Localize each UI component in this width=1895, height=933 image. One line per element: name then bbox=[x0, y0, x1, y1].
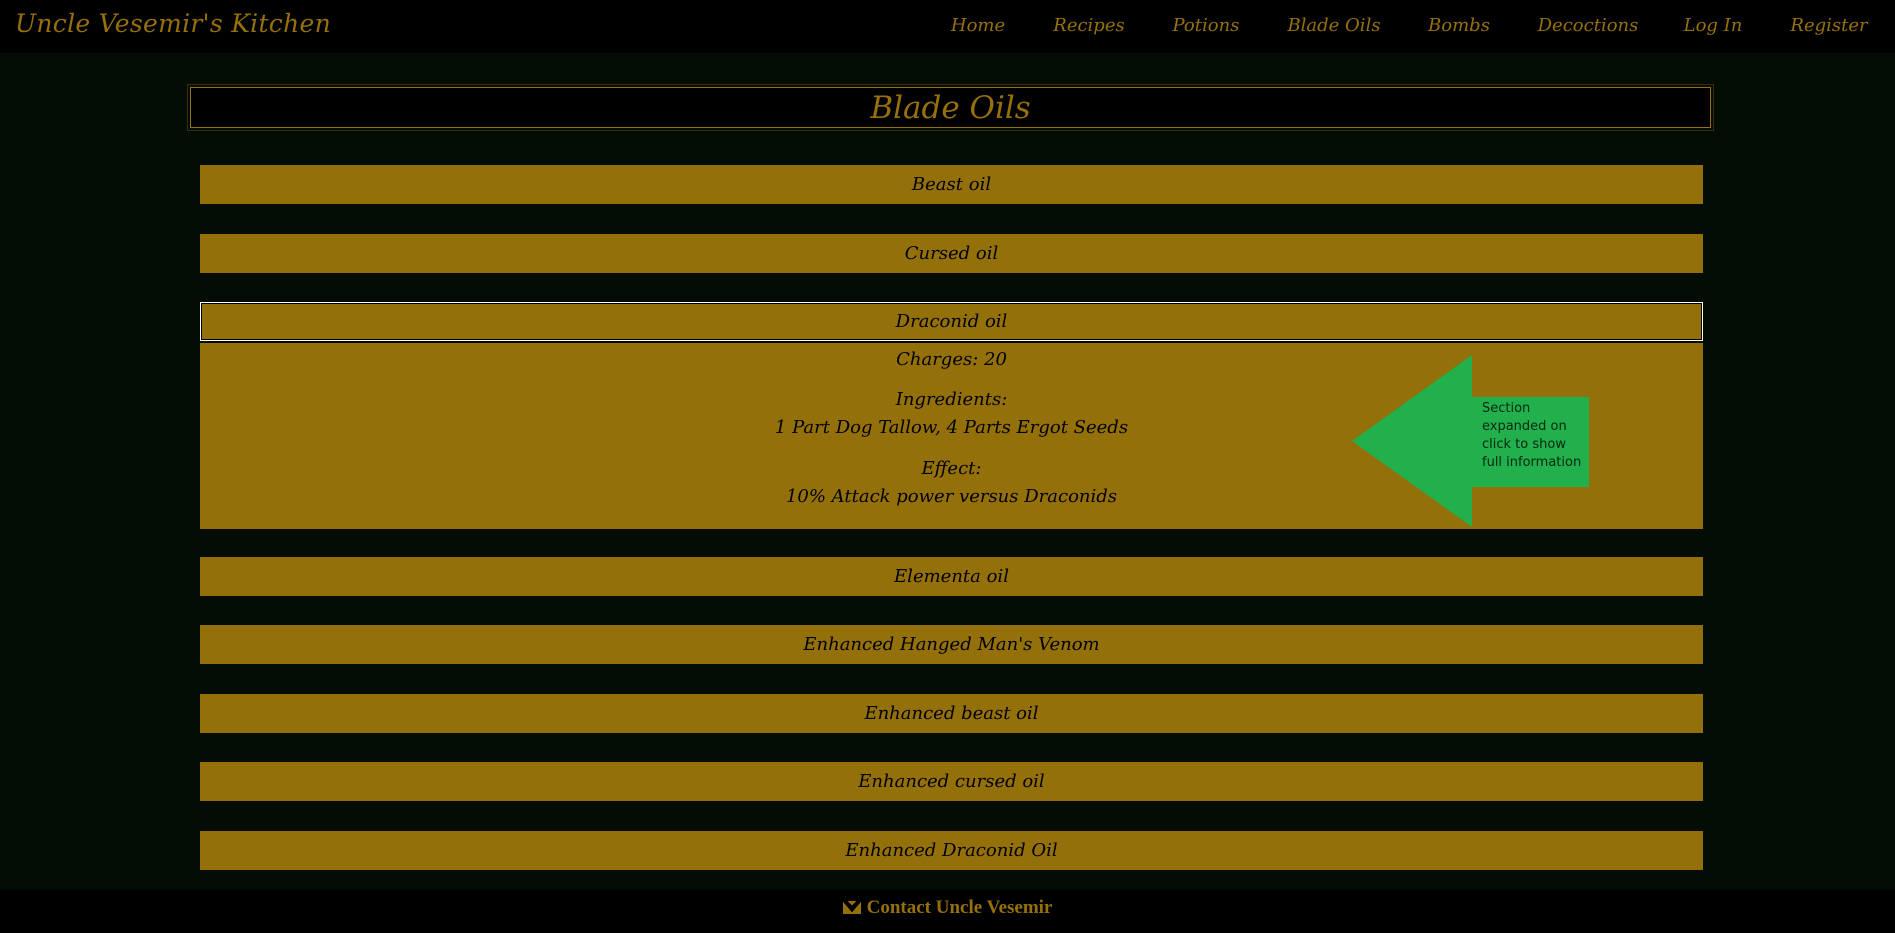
nav-blade-oils[interactable]: Blade Oils bbox=[1287, 15, 1380, 36]
nav-log-in[interactable]: Log In bbox=[1684, 15, 1743, 36]
oil-item-beast-oil[interactable]: Beast oil bbox=[200, 165, 1703, 204]
effect-text: 10% Attack power versus Draconids bbox=[785, 486, 1118, 507]
brand-link[interactable]: Uncle Vesemir's Kitchen bbox=[15, 9, 331, 38]
oil-item-enhanced-hanged-mans-venom[interactable]: Enhanced Hanged Man's Venom bbox=[200, 625, 1703, 664]
nav-register[interactable]: Register bbox=[1790, 15, 1867, 36]
page-title-box: Blade Oils bbox=[187, 84, 1714, 131]
oil-item-draconid-oil[interactable]: Draconid oil bbox=[200, 302, 1703, 341]
oil-item-elementa-oil[interactable]: Elementa oil bbox=[200, 557, 1703, 596]
nav-bombs[interactable]: Bombs bbox=[1428, 15, 1490, 36]
annotation-text: Section expanded on click to show full i… bbox=[1482, 401, 1582, 470]
charges-text: Charges: 20 bbox=[896, 349, 1007, 370]
oil-item-enhanced-draconid-oil[interactable]: Enhanced Draconid Oil bbox=[200, 831, 1703, 870]
oil-item-enhanced-beast-oil[interactable]: Enhanced beast oil bbox=[200, 694, 1703, 733]
annotation-box: Section expanded on click to show full i… bbox=[1471, 397, 1589, 487]
nav-recipes[interactable]: Recipes bbox=[1053, 15, 1124, 36]
contact-link-label: Contact Uncle Vesemir bbox=[866, 897, 1053, 918]
nav-home[interactable]: Home bbox=[951, 15, 1005, 36]
nav-potions[interactable]: Potions bbox=[1173, 15, 1240, 36]
nav-decoctions[interactable]: Decoctions bbox=[1538, 15, 1639, 36]
annotation-arrow bbox=[1352, 355, 1472, 527]
navbar: Uncle Vesemir's Kitchen Home Recipes Pot… bbox=[0, 0, 1895, 53]
envelope-icon bbox=[842, 901, 861, 914]
contact-link[interactable]: Contact Uncle Vesemir bbox=[842, 897, 1053, 919]
oil-item-cursed-oil[interactable]: Cursed oil bbox=[200, 234, 1703, 273]
page-title: Blade Oils bbox=[870, 90, 1031, 126]
footer: Contact Uncle Vesemir bbox=[0, 890, 1895, 933]
oil-item-enhanced-cursed-oil[interactable]: Enhanced cursed oil bbox=[200, 762, 1703, 801]
